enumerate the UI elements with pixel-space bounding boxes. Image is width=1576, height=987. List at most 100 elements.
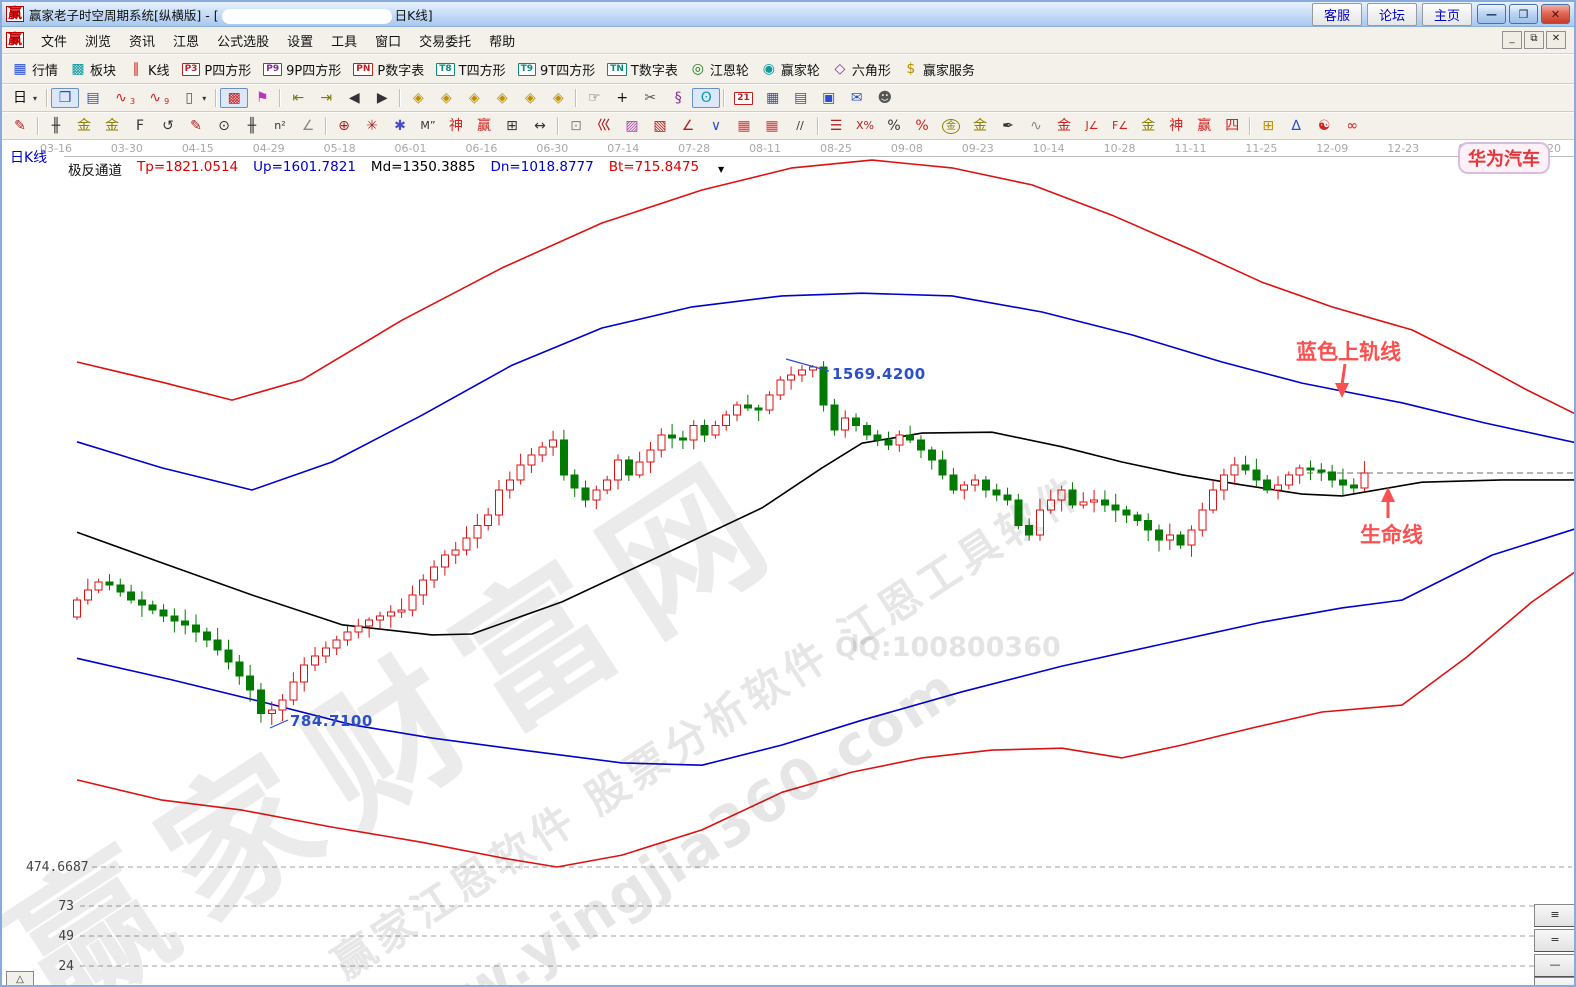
pane-label-daily-kline[interactable]: 日K线 — [10, 147, 47, 167]
tool-diamond-zoom-in[interactable]: ◈ — [516, 88, 544, 108]
tool-line-chart[interactable]: ∆ — [1282, 116, 1310, 136]
restore-button[interactable]: ❐ — [1509, 4, 1538, 24]
tool-wave-measure[interactable]: ∿ — [1022, 116, 1050, 136]
tool-pen[interactable]: ✎ — [6, 116, 34, 136]
child-minimize-button[interactable]: _ — [1502, 31, 1522, 49]
toolbar-button-p-number-table[interactable]: PNP数字表 — [347, 58, 430, 81]
tool-red-grid-2[interactable]: ▦ — [758, 116, 786, 136]
tool-candle-style-dropdown[interactable]: ▯▾ — [175, 88, 212, 108]
pane-scale-button-2[interactable]: = — [1534, 929, 1574, 952]
tool-red-grid[interactable]: ▦ — [730, 116, 758, 136]
pane-scale-button-4[interactable]: ⇥ — [1534, 977, 1574, 987]
tool-step-forward[interactable]: ▶ — [368, 88, 396, 108]
child-close-button[interactable]: ✕ — [1546, 31, 1566, 49]
tool-calendar-21[interactable]: 21 — [728, 90, 759, 107]
tool-network-grid[interactable]: ❒ — [51, 88, 79, 108]
tool-calculator[interactable]: ▦ — [759, 88, 787, 108]
tool-price-levels[interactable]: ☰ — [822, 116, 850, 136]
tool-percent[interactable]: % — [880, 116, 908, 136]
tool-step-back[interactable]: ◀ — [340, 88, 368, 108]
indicator-name[interactable]: 极反通道 — [68, 159, 122, 179]
tool-ying-square[interactable]: 赢 — [470, 116, 498, 136]
tool-diamond-zoom-out[interactable]: ◈ — [544, 88, 572, 108]
tool-grid-fan[interactable]: ▨ — [618, 116, 646, 136]
menu-item-设置[interactable]: 设置 — [278, 29, 322, 52]
tool-ink-pen[interactable]: ✒ — [994, 116, 1022, 136]
tool-j-angle[interactable]: J∠ — [1078, 116, 1106, 136]
toolbar-button-t-number-table[interactable]: TNT数字表 — [601, 58, 684, 81]
tool-gold-angle[interactable]: 金 — [1134, 116, 1162, 136]
forum-button[interactable]: 论坛 — [1367, 3, 1417, 26]
tool-crosshair[interactable]: + — [608, 88, 636, 108]
menu-item-帮助[interactable]: 帮助 — [480, 29, 524, 52]
tool-diamond-shrink-x[interactable]: ◈ — [404, 88, 432, 108]
tool-gold-circle[interactable]: 金 — [936, 117, 966, 136]
menu-item-江恩[interactable]: 江恩 — [164, 29, 208, 52]
tool-go-first[interactable]: ⇤ — [284, 88, 312, 108]
menu-item-文件[interactable]: 文件 — [32, 29, 76, 52]
tool-width-measure[interactable]: ↔ — [526, 116, 554, 136]
pane-scale-button-1[interactable]: ≡ — [1534, 904, 1574, 927]
tool-clock-wheel[interactable]: ⊙ — [210, 116, 238, 136]
tool-pen-red[interactable]: ✎ — [182, 116, 210, 136]
tool-v-check[interactable]: ∨ — [702, 116, 730, 136]
tool-spider-web[interactable]: ✱ — [386, 116, 414, 136]
menu-item-资讯[interactable]: 资讯 — [120, 29, 164, 52]
tool-gold-red[interactable]: 金 — [1050, 116, 1078, 136]
tool-yin-yang[interactable]: ☯ — [1310, 116, 1338, 136]
tool-user-tools[interactable]: ☻ — [871, 88, 899, 108]
tool-seal-tool[interactable]: § — [664, 88, 692, 108]
tool-n-squared[interactable]: n² — [266, 116, 294, 136]
tool-tick-grid-2[interactable]: ╫ — [238, 116, 266, 136]
tool-info-list[interactable]: ▤ — [79, 88, 107, 108]
toolbar-button-p-square[interactable]: P3P四方形 — [176, 58, 258, 81]
tool-maze-tool[interactable]: ▩ — [220, 88, 248, 108]
menu-item-窗口[interactable]: 窗口 — [366, 29, 410, 52]
tool-f-angle[interactable]: F∠ — [1106, 116, 1134, 136]
tool-spiral[interactable]: ↺ — [154, 116, 182, 136]
tool-tick-grid[interactable]: ╫ — [42, 116, 70, 136]
tool-flag-tool[interactable]: ⚑ — [248, 88, 276, 108]
tool-period-day-dropdown[interactable]: 日▾ — [6, 88, 43, 108]
tool-x-percent[interactable]: X% — [850, 116, 880, 136]
home-button[interactable]: 主页 — [1422, 3, 1472, 26]
tool-four-angle[interactable]: 四 — [1218, 116, 1246, 136]
close-button[interactable]: ✕ — [1541, 4, 1570, 24]
tool-box-region[interactable]: ⊡ — [562, 116, 590, 136]
child-restore-button[interactable]: ⧉ — [1524, 31, 1544, 49]
tool-shen-angle[interactable]: 神 — [1162, 116, 1190, 136]
tool-ying-angle[interactable]: 赢 — [1190, 116, 1218, 136]
tool-percent-lines[interactable]: % — [908, 116, 936, 136]
menu-item-公式选股[interactable]: 公式选股 — [208, 29, 278, 52]
chart-area[interactable]: 赢家财富网 赢家江恩软件 股票分析软件 江恩工具软件 www.yingjia36… — [2, 140, 1574, 987]
pane-expand-button[interactable]: △ — [6, 971, 34, 987]
tool-hand-drag[interactable]: ☞ — [580, 88, 608, 108]
tool-wave-3[interactable]: ∿3 — [107, 88, 141, 108]
tool-infinity[interactable]: ∞ — [1338, 116, 1366, 136]
toolbar-button-winner-service[interactable]: $赢家服务 — [897, 58, 981, 81]
menu-item-浏览[interactable]: 浏览 — [76, 29, 120, 52]
menu-item-交易委托[interactable]: 交易委托 — [410, 29, 480, 52]
minimize-button[interactable]: — — [1477, 4, 1506, 24]
tool-grid-fan-2[interactable]: ▧ — [646, 116, 674, 136]
indicator-caret-icon[interactable]: ▼ — [718, 165, 724, 174]
toolbar-button-gann-wheel[interactable]: ◎江恩轮 — [684, 58, 755, 81]
tool-fan-lines[interactable]: 巛 — [590, 116, 618, 136]
toolbar-button-9p-square[interactable]: P99P四方形 — [257, 58, 347, 81]
tool-kn-marks[interactable]: M” — [414, 116, 442, 136]
menu-item-工具[interactable]: 工具 — [322, 29, 366, 52]
tool-save-disk[interactable]: ▣ — [815, 88, 843, 108]
tool-diamond-shrink-y[interactable]: ◈ — [460, 88, 488, 108]
kline-chart-canvas[interactable]: 03-1603-3004-1504-2905-1806-0106-1606-30… — [2, 140, 1574, 987]
tool-yellow-grid[interactable]: ⊞ — [1254, 116, 1282, 136]
tool-ruler-123[interactable]: ⊞ — [498, 116, 526, 136]
toolbar-button-hexagon[interactable]: ◇六角形 — [826, 58, 897, 81]
tool-diamond-grow-x[interactable]: ◈ — [432, 88, 460, 108]
tool-trend-angle[interactable]: ∠ — [674, 116, 702, 136]
tool-f-grid[interactable]: F — [126, 116, 154, 136]
toolbar-button-kline[interactable]: ∥K线 — [122, 58, 176, 81]
tool-gold-grid-2[interactable]: 金 — [98, 116, 126, 136]
tool-compass[interactable]: ⊕ — [330, 116, 358, 136]
tool-angle-ruler[interactable]: ∠ — [294, 116, 322, 136]
toolbar-button-9t-square[interactable]: T99T四方形 — [512, 58, 602, 81]
